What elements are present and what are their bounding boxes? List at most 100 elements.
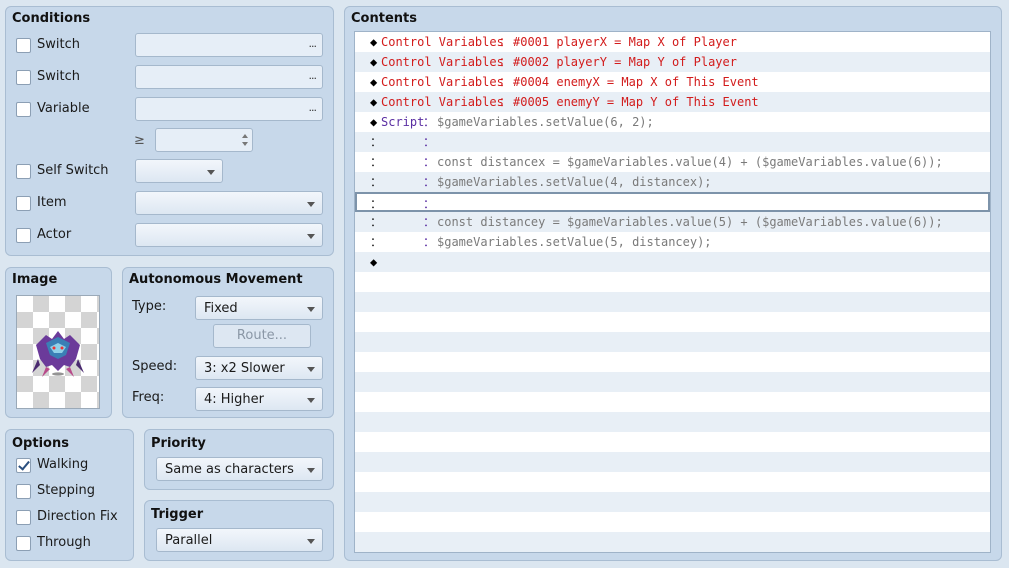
command-row[interactable]	[355, 532, 990, 552]
freq-dropdown[interactable]: 4: Higher	[195, 387, 323, 411]
trigger-title: Trigger	[151, 507, 204, 522]
command-text: const distancey = $gameVariables.value(5…	[437, 215, 943, 229]
freq-value: 4: Higher	[204, 392, 265, 407]
priority-dropdown[interactable]: Same as characters	[156, 457, 323, 481]
variable-checkbox[interactable]	[16, 102, 31, 117]
ellipsis-icon: ...	[308, 69, 317, 82]
stepping-checkbox[interactable]	[16, 484, 31, 499]
self-switch-dropdown[interactable]	[135, 159, 223, 183]
options-title: Options	[12, 436, 69, 451]
command-row[interactable]	[355, 412, 990, 432]
command-text: $gameVariables.setValue(5, distancey);	[437, 235, 712, 249]
command-row[interactable]	[355, 432, 990, 452]
command-row[interactable]	[355, 332, 990, 352]
command-row[interactable]: ：：	[355, 192, 990, 212]
chevron-down-icon	[307, 398, 315, 403]
trigger-value: Parallel	[165, 533, 213, 548]
conditions-panel: Conditions Switch ... Switch ... Variabl…	[5, 6, 334, 256]
command-text: #0005 enemyY = Map Y of This Event	[513, 95, 759, 109]
speed-value: 3: x2 Slower	[204, 361, 285, 376]
actor-dropdown[interactable]	[135, 223, 323, 247]
command-row[interactable]: ：：	[355, 132, 990, 152]
actor-label: Actor	[37, 227, 72, 242]
command-row[interactable]	[355, 312, 990, 332]
item-checkbox[interactable]	[16, 196, 31, 211]
creature-sprite-icon	[32, 331, 84, 377]
self-switch-checkbox[interactable]	[16, 164, 31, 179]
command-row[interactable]: ：： $gameVariables.setValue(5, distancey);	[355, 232, 990, 252]
actor-checkbox[interactable]	[16, 228, 31, 243]
gte-symbol: ≥	[134, 133, 145, 148]
character-image-preview[interactable]	[16, 295, 100, 409]
switch2-field[interactable]: ...	[135, 65, 323, 89]
command-marker-icon: ◆	[370, 75, 378, 89]
item-dropdown[interactable]	[135, 191, 323, 215]
freq-label: Freq:	[132, 390, 165, 405]
command-separator: ：	[499, 55, 512, 69]
continuation-marker: ：	[370, 135, 383, 149]
spin-down-icon[interactable]	[242, 142, 248, 146]
command-row[interactable]: ：： const distancex = $gameVariables.value…	[355, 152, 990, 172]
chevron-down-icon	[307, 539, 315, 544]
command-marker-icon: ◆	[370, 95, 378, 109]
switch1-label: Switch	[37, 37, 80, 52]
spin-up-icon[interactable]	[242, 134, 248, 138]
speed-dropdown[interactable]: 3: x2 Slower	[195, 356, 323, 380]
event-command-list[interactable]: ◆ Control Variables： #0001 playerX = Map X…	[354, 31, 991, 553]
priority-title: Priority	[151, 436, 206, 451]
switch1-field[interactable]: ...	[135, 33, 323, 57]
switch2-label: Switch	[37, 69, 80, 84]
command-row[interactable]	[355, 372, 990, 392]
variable-value-spinner[interactable]	[155, 128, 253, 152]
ellipsis-icon: ...	[308, 37, 317, 50]
command-row[interactable]	[355, 472, 990, 492]
priority-value: Same as characters	[165, 462, 294, 477]
switch1-checkbox[interactable]	[16, 38, 31, 53]
trigger-panel: Trigger Parallel	[144, 500, 334, 561]
command-row[interactable]: ◆ Script： $gameVariables.setValue(6, 2);	[355, 112, 990, 132]
command-text: #0002 playerY = Map Y of Player	[513, 55, 737, 69]
command-text: $gameVariables.setValue(6, 2);	[437, 115, 654, 129]
command-marker-icon: ◆	[370, 35, 378, 49]
contents-title: Contents	[351, 11, 417, 26]
command-name: Control Variables	[381, 35, 504, 49]
command-separator: ：	[499, 95, 512, 109]
chevron-down-icon	[307, 468, 315, 473]
variable-label: Variable	[37, 101, 90, 116]
command-row[interactable]	[355, 512, 990, 532]
command-marker-icon: ◆	[370, 115, 378, 129]
through-label: Through	[37, 535, 91, 550]
variable-field[interactable]: ...	[135, 97, 323, 121]
command-row[interactable]: ◆ Control Variables： #0005 enemyY = Map Y …	[355, 92, 990, 112]
continuation-marker: ：	[370, 155, 383, 169]
command-row[interactable]: ：： const distancey = $gameVariables.value…	[355, 212, 990, 232]
direction-fix-label: Direction Fix	[37, 509, 118, 524]
route-button[interactable]: Route...	[213, 324, 311, 348]
type-value: Fixed	[204, 301, 238, 316]
command-row[interactable]	[355, 492, 990, 512]
switch2-checkbox[interactable]	[16, 70, 31, 85]
command-row[interactable]: ◆ Control Variables： #0004 enemyX = Map X …	[355, 72, 990, 92]
trigger-dropdown[interactable]: Parallel	[156, 528, 323, 552]
command-text: const distancex = $gameVariables.value(4…	[437, 155, 943, 169]
type-dropdown[interactable]: Fixed	[195, 296, 323, 320]
continuation-marker: ：	[370, 175, 383, 189]
command-separator: ：	[423, 197, 436, 211]
command-row[interactable]: ◆ Control Variables： #0002 playerY = Map Y…	[355, 52, 990, 72]
command-row[interactable]	[355, 452, 990, 472]
command-row[interactable]	[355, 392, 990, 412]
continuation-marker: ：	[370, 235, 383, 249]
command-row[interactable]: ◆	[355, 252, 990, 272]
command-row[interactable]	[355, 272, 990, 292]
image-title: Image	[12, 272, 58, 287]
command-row[interactable]: ◆ Control Variables： #0001 playerX = Map X…	[355, 32, 990, 52]
walking-checkbox[interactable]	[16, 458, 31, 473]
stepping-label: Stepping	[37, 483, 95, 498]
command-row[interactable]	[355, 292, 990, 312]
command-row[interactable]: ：： $gameVariables.setValue(4, distancex);	[355, 172, 990, 192]
direction-fix-checkbox[interactable]	[16, 510, 31, 525]
command-row[interactable]	[355, 352, 990, 372]
command-name: Control Variables	[381, 95, 504, 109]
command-name: Control Variables	[381, 55, 504, 69]
through-checkbox[interactable]	[16, 536, 31, 551]
